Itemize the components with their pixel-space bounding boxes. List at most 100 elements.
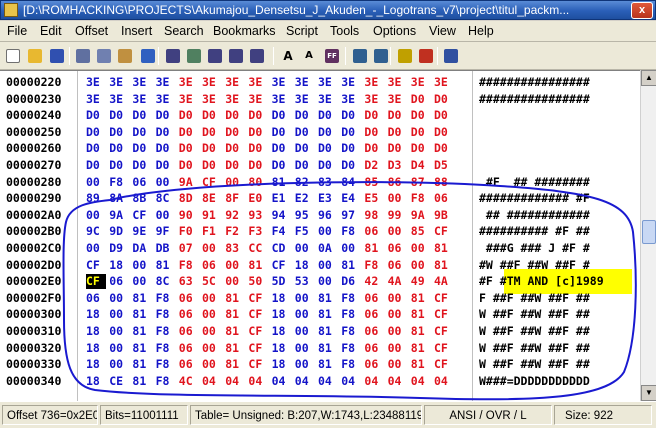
hex-byte[interactable]: D0 — [341, 108, 361, 123]
hex-byte[interactable]: 81 — [411, 341, 431, 356]
hex-byte[interactable]: CF — [272, 258, 292, 273]
hex-byte[interactable]: D0 — [179, 158, 199, 173]
hex-byte[interactable]: 83 — [225, 241, 245, 256]
hex-byte[interactable]: CF — [248, 341, 268, 356]
hex-byte[interactable]: 00 — [109, 357, 129, 372]
hex-byte[interactable]: 18 — [272, 307, 292, 322]
hex-byte[interactable]: 81 — [248, 258, 268, 273]
hex-byte[interactable]: D0 — [272, 141, 292, 156]
hex-byte[interactable]: D0 — [434, 141, 454, 156]
hex-byte[interactable]: 91 — [202, 208, 222, 223]
hex-byte[interactable]: 86 — [388, 175, 408, 190]
hex-byte[interactable]: 81 — [364, 241, 384, 256]
hex-byte[interactable]: 81 — [318, 291, 338, 306]
hex-byte[interactable]: 00 — [132, 274, 152, 289]
hex-byte[interactable]: D0 — [225, 158, 245, 173]
hex-row[interactable]: 00000320 18 00 81 F8 06 00 81 CF 18 00 81 F8 06 00 81 CF… — [0, 341, 640, 356]
hex-byte[interactable]: 82 — [295, 175, 315, 190]
hex-row[interactable]: 00000230 3E 3E 3E 3E 3E 3E 3E 3E 3E 3E 3E 3E 3E 3E D0 D0… — [0, 92, 640, 107]
hex-byte[interactable]: F8 — [156, 341, 176, 356]
hex-byte[interactable]: 18 — [109, 258, 129, 273]
hex-byte[interactable]: D0 — [411, 108, 431, 123]
hex-byte[interactable]: 53 — [295, 274, 315, 289]
ascii-text[interactable]: F ##F ##W ##F ## — [479, 291, 590, 306]
hex-byte[interactable]: 00 — [109, 324, 129, 339]
hex-byte[interactable]: 9B — [434, 208, 454, 223]
hex-byte[interactable]: 3E — [86, 92, 106, 107]
hex-byte[interactable]: D0 — [225, 141, 245, 156]
hex-row[interactable]: 00000260 D0 D0 D0 D0 D0 D0 D0 D0 D0 D0 D0 D0 D0 D0 D0 D0 — [0, 141, 640, 156]
hex-byte[interactable]: D0 — [272, 125, 292, 140]
hex-byte[interactable]: D0 — [202, 158, 222, 173]
hex-byte[interactable]: CF — [434, 291, 454, 306]
hex-byte[interactable]: D0 — [248, 158, 268, 173]
delete-button[interactable] — [416, 46, 436, 66]
menu-view[interactable]: View — [426, 21, 459, 42]
hex-byte[interactable]: 3E — [388, 92, 408, 107]
hex-byte[interactable]: 00 — [202, 241, 222, 256]
hex-byte[interactable]: 18 — [86, 307, 106, 322]
hex-byte[interactable]: 81 — [341, 258, 361, 273]
hex-row[interactable]: 000002C0 00 D9 DA DB 07 00 83 CC CD 00 0A 00 81 06 00 81… — [0, 241, 640, 256]
ascii-text[interactable]: #F ## ######## — [479, 175, 590, 190]
cut-button[interactable] — [73, 46, 93, 66]
hex-row[interactable]: 00000340 18 CE 81 F8 4C 04 04 04 04 04 04 04 04 04 04 04… — [0, 374, 640, 389]
hex-byte[interactable]: 42 — [364, 274, 384, 289]
hex-byte[interactable]: D0 — [179, 125, 199, 140]
hex-row[interactable]: 00000290 89 8A 8B 8C 8D 8E 8F E0 E1 E2 E3 E4 E5 00 F8 06… — [0, 191, 640, 206]
hex-byte[interactable]: 3E — [109, 75, 129, 90]
hex-byte[interactable]: D0 — [434, 125, 454, 140]
hex-byte[interactable]: 04 — [295, 374, 315, 389]
hex-byte[interactable]: D6 — [341, 274, 361, 289]
new-file-button[interactable] — [3, 46, 23, 66]
hex-byte[interactable]: 00 — [109, 307, 129, 322]
hex-byte[interactable]: 06 — [364, 224, 384, 239]
menu-file[interactable]: File — [4, 21, 30, 42]
hex-byte[interactable]: 81 — [411, 291, 431, 306]
hex-byte[interactable]: F8 — [341, 291, 361, 306]
hex-byte[interactable]: 06 — [364, 291, 384, 306]
hex-byte[interactable]: D0 — [341, 125, 361, 140]
font-increase-button[interactable]: A — [278, 46, 298, 66]
hex-byte[interactable]: D9 — [109, 241, 129, 256]
hex-byte[interactable]: D0 — [318, 141, 338, 156]
hex-byte[interactable]: 8D — [179, 191, 199, 206]
hex-byte[interactable]: D0 — [86, 158, 106, 173]
hex-byte[interactable]: 4A — [434, 274, 454, 289]
hex-byte[interactable]: 00 — [388, 224, 408, 239]
ascii-text[interactable]: W ##F ##W ##F ## — [479, 307, 590, 322]
hex-byte[interactable]: CF — [86, 258, 106, 273]
hex-byte[interactable]: D0 — [295, 158, 315, 173]
hex-byte[interactable]: 81 — [132, 341, 152, 356]
hex-byte[interactable]: D5 — [434, 158, 454, 173]
hex-byte[interactable]: 5C — [202, 274, 222, 289]
hex-byte[interactable]: 81 — [318, 324, 338, 339]
hex-byte[interactable]: 3E — [202, 75, 222, 90]
hex-byte[interactable]: 00 — [295, 341, 315, 356]
hex-byte[interactable]: 3E — [318, 92, 338, 107]
hex-byte[interactable]: F8 — [341, 224, 361, 239]
hex-byte[interactable]: 3E — [225, 75, 245, 90]
hex-byte[interactable]: 3E — [388, 75, 408, 90]
hex-byte[interactable]: 50 — [248, 274, 268, 289]
ascii-text[interactable]: ################ — [479, 92, 590, 107]
hex-byte[interactable]: 93 — [248, 208, 268, 223]
hex-byte[interactable]: 9A — [109, 208, 129, 223]
hex-byte[interactable]: 85 — [411, 224, 431, 239]
hex-byte[interactable]: 89 — [86, 191, 106, 206]
hex-byte[interactable]: 3E — [179, 92, 199, 107]
hex-byte[interactable]: 00 — [109, 291, 129, 306]
hex-byte[interactable]: D0 — [388, 125, 408, 140]
hex-byte[interactable]: 81 — [132, 291, 152, 306]
hex-byte[interactable]: 00 — [318, 258, 338, 273]
ascii-text[interactable]: W ##F ##W ##F ## — [479, 341, 590, 356]
hex-byte[interactable]: 3E — [225, 92, 245, 107]
hex-byte[interactable]: 3E — [202, 92, 222, 107]
hex-byte[interactable]: F8 — [156, 357, 176, 372]
ascii-text[interactable]: ################ — [479, 75, 590, 90]
hex-byte[interactable]: 94 — [272, 208, 292, 223]
hex-byte[interactable]: 00 — [202, 357, 222, 372]
hex-byte[interactable]: 00 — [318, 224, 338, 239]
hex-byte[interactable]: 9E — [132, 224, 152, 239]
hex-byte[interactable]: 00 — [388, 357, 408, 372]
